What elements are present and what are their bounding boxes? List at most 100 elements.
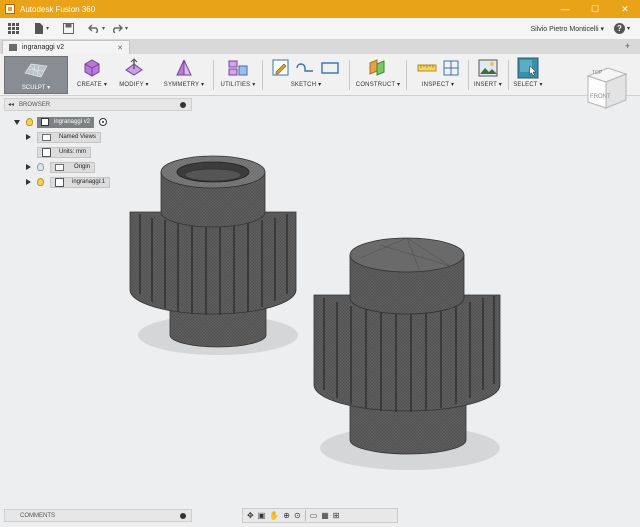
root-component[interactable]: ingranaggi v2	[37, 116, 95, 128]
browser-panel-header[interactable]: ◂◂ BROWSER	[4, 98, 192, 111]
user-account-menu[interactable]: Silvio Pietro Monticelli ▾	[530, 25, 604, 33]
browser-pin-icon[interactable]	[180, 102, 186, 108]
browser-item-body[interactable]: ingranaggi:1	[26, 176, 111, 188]
display-settings-icon[interactable]: ▭	[310, 511, 318, 520]
named-views-label: Named Views	[59, 134, 96, 140]
modify-label: MODIFY ▾	[119, 82, 149, 88]
redo-button[interactable]: ▾	[111, 24, 128, 33]
component-label: ingranaggi:1	[72, 179, 106, 185]
browser-item-units[interactable]: Units: mm	[37, 146, 91, 158]
visibility-bulb-icon[interactable]	[37, 163, 44, 171]
origin-node[interactable]: Origin	[50, 161, 96, 173]
toolbar-separator	[406, 60, 407, 90]
browser-item-named-views[interactable]: Named Views	[26, 131, 101, 143]
file-menu-button[interactable]: ▾	[34, 23, 49, 34]
units-document-icon	[42, 147, 51, 157]
fit-icon[interactable]: ⊙	[294, 511, 301, 520]
folder-icon	[42, 133, 51, 141]
sketch-menu[interactable]: SKETCH ▾	[266, 54, 346, 96]
units-node[interactable]: Units: mm	[37, 146, 91, 158]
undo-button[interactable]: ▾	[88, 24, 105, 33]
component-node[interactable]: ingranaggi:1	[50, 176, 111, 188]
symmetry-icon	[176, 59, 192, 75]
save-icon	[63, 23, 75, 34]
modify-icon	[125, 57, 143, 76]
comments-panel-header[interactable]: COMMENTS	[4, 509, 192, 522]
gear-right[interactable]	[313, 237, 501, 470]
expand-toggle-icon[interactable]	[14, 119, 20, 125]
help-menu[interactable]: ? ▾	[613, 23, 630, 34]
utilities-label: UTILITIES ▾	[220, 82, 256, 88]
grid-settings-icon[interactable]: ▦	[321, 511, 329, 520]
modify-menu[interactable]: MODIFY ▾	[116, 54, 152, 96]
create-sketch-icon	[272, 59, 289, 75]
browser-item-origin[interactable]: Origin	[26, 161, 96, 173]
inspect-menu[interactable]: INSPECT ▾	[410, 54, 466, 96]
title-bar: Autodesk Fusion 360 — ☐ ✕	[0, 0, 640, 18]
insert-label: INSERT ▾	[473, 82, 503, 88]
workspace-label: SCULPT ▾	[21, 85, 51, 91]
toolbar-separator	[508, 60, 509, 90]
component-icon	[55, 177, 64, 187]
select-icon	[517, 57, 539, 78]
gear-left[interactable]	[129, 155, 298, 355]
application-bar: ▾ ▾ ▾ Silvio Pietro Monticelli ▾ ? ▾	[0, 18, 640, 40]
utilities-menu[interactable]: UTILITIES ▾	[218, 54, 258, 96]
construct-menu[interactable]: CONSTRUCT ▾	[352, 54, 404, 96]
select-label: SELECT ▾	[513, 82, 543, 88]
look-at-icon[interactable]: ▣	[258, 511, 266, 520]
close-tab-icon[interactable]: ✕	[117, 44, 123, 52]
window-controls: — ☐ ✕	[550, 0, 640, 18]
toolbar-separator	[349, 60, 350, 90]
inspect-label: INSPECT ▾	[421, 82, 455, 88]
ribbon-toolbar: SCULPT ▾ CREATE ▾ MODIFY ▾ SYMMETRY ▾ UT…	[0, 54, 640, 96]
3d-viewport[interactable]	[0, 96, 640, 505]
create-label: CREATE ▾	[76, 82, 108, 88]
browser-root-node[interactable]: ingranaggi v2	[14, 116, 108, 128]
named-views-node[interactable]: Named Views	[37, 131, 101, 143]
expand-toggle-icon[interactable]	[26, 164, 31, 170]
create-box-icon	[84, 58, 100, 77]
create-menu[interactable]: CREATE ▾	[74, 54, 110, 96]
select-menu[interactable]: SELECT ▾	[510, 54, 546, 96]
pan-icon[interactable]: ✋	[269, 511, 279, 520]
close-button[interactable]: ✕	[610, 0, 640, 18]
help-caret-icon: ▾	[626, 26, 630, 32]
viewports-icon[interactable]: ⊞	[333, 511, 340, 520]
browser-title: BROWSER	[19, 101, 51, 108]
expand-toggle-icon[interactable]	[26, 134, 31, 140]
toolbar-separator	[262, 60, 263, 90]
toolbar-separator	[213, 60, 214, 90]
visibility-bulb-icon[interactable]	[26, 118, 33, 126]
workspace-switcher[interactable]: SCULPT ▾	[4, 56, 68, 94]
minimize-button[interactable]: —	[550, 0, 580, 18]
viewcube-top-face[interactable]: TOP	[592, 70, 602, 76]
line-icon	[296, 62, 313, 72]
comments-pin-icon[interactable]	[180, 513, 186, 519]
maximize-button[interactable]: ☐	[580, 0, 610, 18]
activate-radio-icon[interactable]	[99, 118, 108, 126]
window-title: Autodesk Fusion 360	[20, 4, 96, 14]
save-button[interactable]	[63, 23, 75, 34]
document-tab[interactable]: ingranaggi v2 ✕	[2, 40, 130, 54]
visibility-bulb-icon[interactable]	[37, 178, 44, 186]
collapse-browser-icon[interactable]: ◂◂	[8, 101, 14, 108]
symmetry-menu[interactable]: SYMMETRY ▾	[160, 54, 208, 96]
orbit-icon[interactable]: ✥	[247, 511, 254, 520]
folder-icon	[55, 163, 64, 171]
navbar-separator	[304, 510, 306, 521]
root-component-label: ingranaggi v2	[54, 119, 91, 125]
new-tab-button[interactable]: +	[625, 41, 630, 51]
zoom-icon[interactable]: ⊕	[283, 511, 290, 520]
gear-right-hub-bottom	[349, 404, 467, 455]
insert-image-icon	[478, 59, 498, 76]
document-tab-bar: ingranaggi v2 ✕ +	[0, 40, 640, 54]
expand-toggle-icon[interactable]	[26, 179, 31, 185]
data-panel-grid-icon[interactable]	[8, 22, 20, 35]
offset-plane-icon	[369, 58, 385, 76]
navigation-bar: ✥ ▣ ✋ ⊕ ⊙ ▭ ▦ ⊞	[242, 508, 398, 523]
insert-menu[interactable]: INSERT ▾	[470, 54, 506, 96]
document-tab-label: ingranaggi v2	[22, 44, 65, 51]
sculpt-workspace-icon	[24, 63, 48, 78]
undo-icon	[88, 24, 98, 33]
